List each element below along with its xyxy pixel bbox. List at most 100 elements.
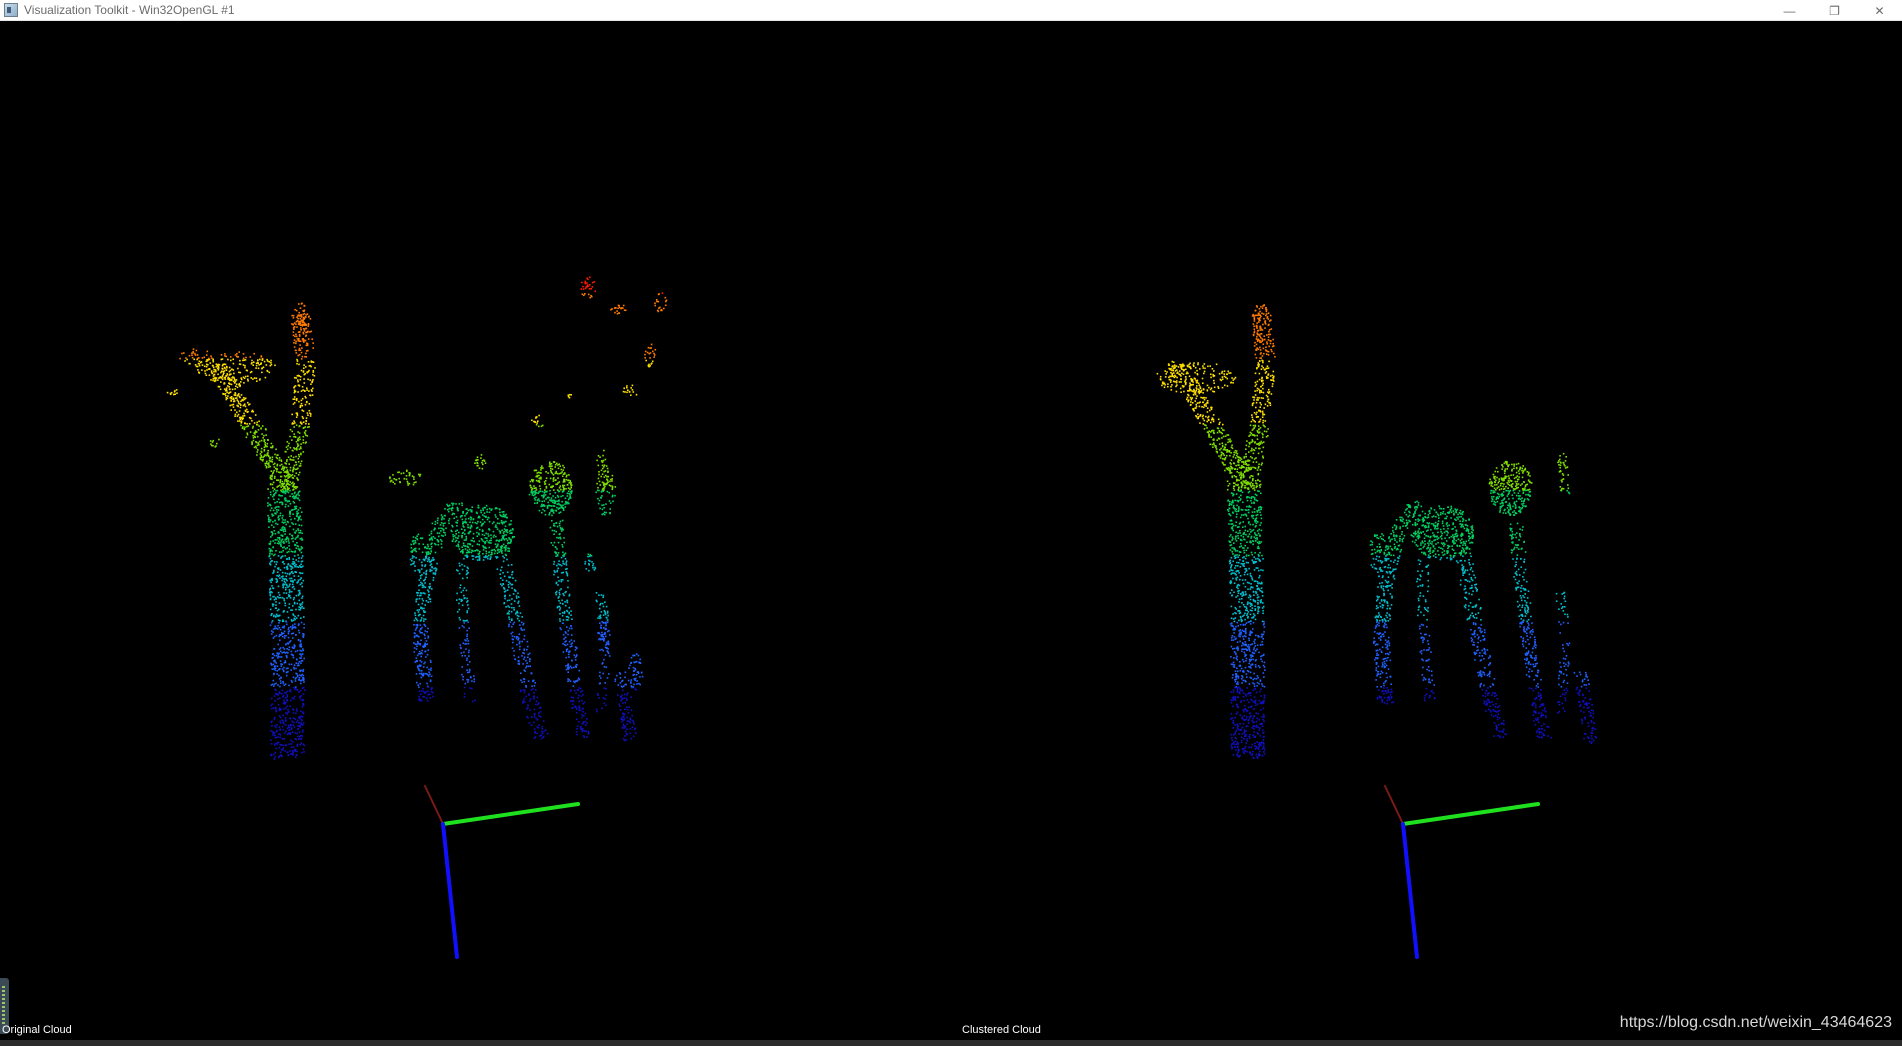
cloud-point xyxy=(558,524,561,527)
cloud-point xyxy=(288,595,290,598)
cloud-point xyxy=(534,420,536,423)
cloud-point xyxy=(1257,757,1259,759)
cloud-point xyxy=(527,704,529,707)
point-cloud-scene[interactable] xyxy=(0,22,1902,1046)
cloud-point xyxy=(292,314,295,317)
cloud-point xyxy=(270,754,273,756)
viewport-clustered[interactable] xyxy=(1156,304,1597,959)
cloud-point xyxy=(525,686,527,688)
cloud-point xyxy=(295,309,298,312)
cloud-point xyxy=(300,669,303,672)
cloud-point xyxy=(552,461,555,463)
cloud-point xyxy=(215,377,218,379)
cloud-point xyxy=(302,729,304,732)
cloud-point xyxy=(304,323,307,325)
cloud-point xyxy=(512,529,514,531)
cloud-point xyxy=(309,331,311,333)
cloud-point xyxy=(558,589,561,592)
cloud-point xyxy=(535,475,537,478)
cloud-point xyxy=(1246,750,1248,753)
cloud-point xyxy=(425,570,427,573)
cloud-point xyxy=(273,635,276,638)
cloud-point xyxy=(498,551,500,553)
cloud-point xyxy=(606,621,609,623)
cloud-point xyxy=(290,679,293,682)
cloud-point xyxy=(488,507,491,510)
cloud-point xyxy=(277,516,279,519)
cloud-point xyxy=(1242,638,1245,640)
cloud-point xyxy=(289,474,291,476)
cloud-point xyxy=(437,535,440,538)
cloud-point xyxy=(418,653,420,655)
cloud-point xyxy=(284,530,287,532)
cloud-point xyxy=(461,502,463,504)
cloud-point xyxy=(296,443,299,445)
cloud-point xyxy=(575,731,578,733)
cloud-point xyxy=(418,609,421,611)
cloud-point xyxy=(466,633,469,636)
cloud-point xyxy=(582,702,584,705)
title-bar[interactable]: Visualization Toolkit - Win32OpenGL #1 —… xyxy=(0,0,1902,21)
cloud-point xyxy=(493,521,495,523)
cloud-point xyxy=(627,389,629,391)
cloud-point xyxy=(277,655,280,658)
render-area[interactable] xyxy=(0,22,1902,1046)
cloud-point xyxy=(527,656,529,659)
cloud-point xyxy=(567,498,570,501)
cloud-point xyxy=(426,666,428,669)
cloud-point xyxy=(631,726,634,729)
cloud-point xyxy=(516,636,518,638)
cloud-point xyxy=(247,425,250,427)
cloud-point xyxy=(307,325,310,327)
cloud-point xyxy=(574,705,576,708)
cloud-point xyxy=(560,564,563,567)
cloud-point xyxy=(1230,699,1233,701)
cloud-point xyxy=(278,691,281,693)
cloud-point xyxy=(298,471,301,474)
cloud-point xyxy=(553,563,555,565)
cloud-point xyxy=(588,564,590,566)
cloud-point xyxy=(1246,725,1249,727)
minimize-button[interactable]: — xyxy=(1767,0,1812,21)
cloud-point xyxy=(588,288,591,290)
cloud-point xyxy=(431,566,433,568)
cloud-point xyxy=(420,632,422,634)
cloud-point xyxy=(414,629,417,631)
cloud-point xyxy=(562,551,564,554)
cloud-point xyxy=(296,398,298,400)
cloud-point xyxy=(1245,730,1247,732)
cloud-point xyxy=(533,692,535,694)
cloud-point xyxy=(563,466,565,469)
cloud-point xyxy=(525,708,528,710)
restore-button[interactable]: ❐ xyxy=(1812,0,1857,21)
cloud-point xyxy=(283,651,285,653)
cloud-point xyxy=(556,500,559,502)
cloud-point xyxy=(294,517,296,520)
cloud-point xyxy=(205,354,208,356)
cloud-point xyxy=(494,507,497,510)
cloud-point xyxy=(284,696,287,699)
cloud-point xyxy=(288,724,290,727)
cloud-point xyxy=(485,555,487,557)
close-button[interactable]: ✕ xyxy=(1857,0,1902,21)
cloud-point xyxy=(562,619,565,621)
cloud-point xyxy=(286,567,288,569)
cloud-point xyxy=(1254,537,1257,540)
cloud-point xyxy=(471,549,473,552)
cloud-point xyxy=(505,516,508,519)
cloud-point xyxy=(270,697,273,700)
viewport-original[interactable] xyxy=(166,276,668,959)
cloud-point xyxy=(268,519,270,521)
cloud-point xyxy=(1246,509,1248,511)
cloud-point xyxy=(623,725,625,727)
cloud-point xyxy=(230,379,233,382)
cloud-point xyxy=(504,594,506,597)
cloud-point xyxy=(446,508,449,511)
cloud-point xyxy=(550,486,552,488)
cloud-point xyxy=(521,655,523,657)
cloud-point xyxy=(476,464,478,467)
cloud-point xyxy=(447,510,450,513)
cloud-point xyxy=(294,551,296,553)
cloud-point xyxy=(511,598,513,600)
cloud-point xyxy=(262,456,265,458)
